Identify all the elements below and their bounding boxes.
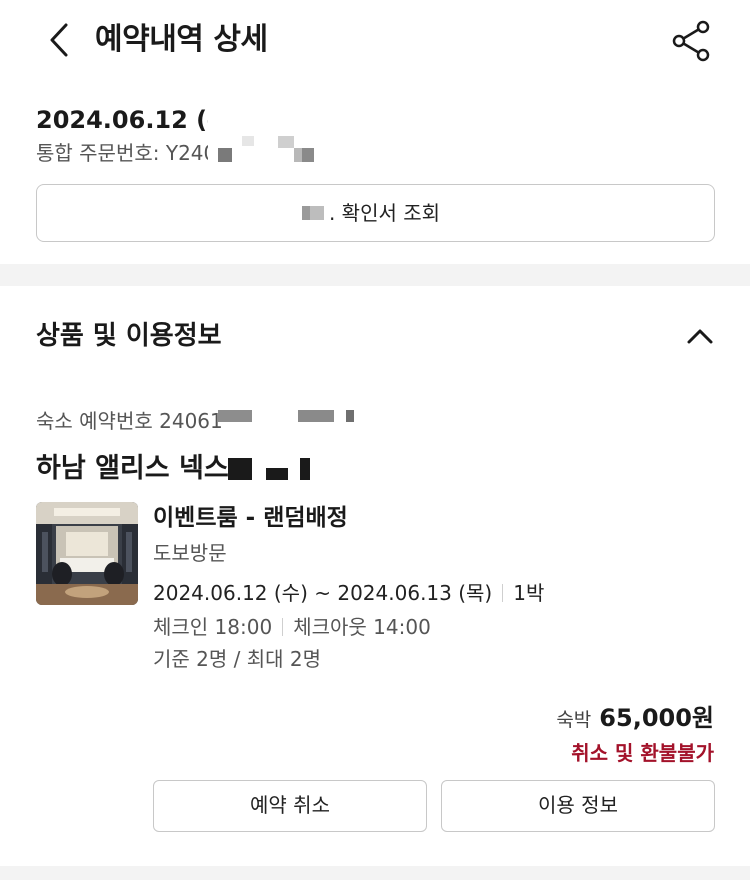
redaction-pixel bbox=[228, 458, 252, 480]
redaction-pixel bbox=[266, 468, 288, 480]
checkin-date: 2024.06.12 (수) bbox=[153, 581, 308, 605]
redaction-pixel bbox=[300, 458, 310, 480]
section-title: 상품 및 이용정보 bbox=[36, 321, 222, 351]
redaction-pixel bbox=[218, 148, 232, 162]
divider bbox=[502, 584, 504, 602]
checkout-time: 체크아웃 14:00 bbox=[293, 615, 431, 639]
usage-info-button[interactable]: 이용 정보 bbox=[441, 780, 715, 832]
visit-type: 도보방문 bbox=[153, 541, 227, 565]
redaction-pixel bbox=[302, 148, 314, 162]
app-header: 예약내역 상세 bbox=[0, 0, 750, 82]
share-button[interactable] bbox=[668, 18, 714, 64]
price-label: 숙박 bbox=[556, 709, 592, 731]
reservation-number: 숙소 예약번호 24061 bbox=[36, 409, 223, 433]
section-divider bbox=[0, 866, 750, 880]
chevron-left-icon bbox=[50, 23, 68, 57]
redaction-pixel bbox=[298, 410, 334, 422]
confirmation-view-button[interactable]: . 확인서 조회 bbox=[36, 184, 715, 242]
room-thumbnail[interactable] bbox=[36, 502, 138, 605]
confirmation-view-label: . 확인서 조회 bbox=[328, 201, 441, 225]
divider bbox=[282, 618, 284, 636]
redaction-pixel bbox=[310, 206, 324, 220]
checkin-checkout-times: 체크인 18:00 체크아웃 14:00 bbox=[153, 612, 431, 642]
share-icon bbox=[672, 20, 710, 62]
guest-capacity: 기준 2명 / 최대 2명 bbox=[153, 647, 322, 671]
refund-policy: 취소 및 환불불가 bbox=[571, 741, 714, 765]
checkout-date: 2024.06.13 (목) bbox=[337, 581, 493, 605]
checkin-time: 체크인 18:00 bbox=[153, 615, 273, 639]
redaction-pixel bbox=[346, 410, 354, 422]
price-row: 숙박 65,000원 bbox=[556, 702, 714, 737]
redaction-pixel bbox=[242, 136, 254, 146]
order-number: 통합 주문번호: Y240 bbox=[36, 141, 217, 165]
property-name: 하남 앨리스 넥스 bbox=[36, 453, 229, 484]
cancel-reservation-button[interactable]: 예약 취소 bbox=[153, 780, 427, 832]
chevron-up-icon bbox=[687, 329, 713, 344]
stay-dates: 2024.06.12 (수) ~ 2024.06.13 (목) 1박 bbox=[153, 578, 544, 608]
price-value: 65,000원 bbox=[599, 704, 714, 732]
redaction-pixel bbox=[218, 410, 252, 422]
section-collapse-button[interactable] bbox=[684, 320, 716, 352]
back-button[interactable] bbox=[40, 20, 80, 60]
nights-count: 1박 bbox=[513, 581, 545, 605]
room-name: 이벤트룸 - 랜덤배정 bbox=[153, 505, 348, 531]
section-divider bbox=[0, 264, 750, 286]
page-title: 예약내역 상세 bbox=[95, 22, 268, 57]
redaction-pixel bbox=[278, 136, 294, 148]
date-separator: ~ bbox=[314, 581, 331, 605]
